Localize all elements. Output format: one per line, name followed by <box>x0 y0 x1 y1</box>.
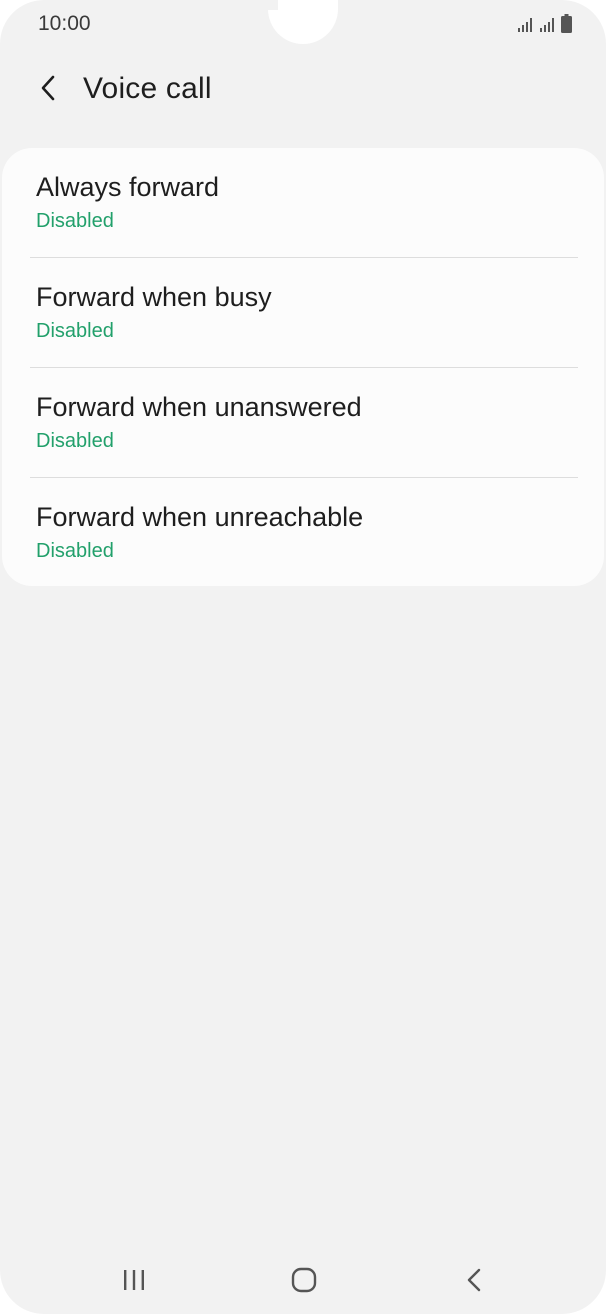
list-item-always-forward[interactable]: Always forward Disabled <box>2 148 604 258</box>
call-forwarding-list: Always forward Disabled Forward when bus… <box>2 148 604 586</box>
app-header: Voice call <box>0 60 606 120</box>
item-status: Disabled <box>36 320 114 342</box>
item-status: Disabled <box>36 430 114 452</box>
item-status: Disabled <box>36 210 114 232</box>
list-item-forward-when-unanswered[interactable]: Forward when unanswered Disabled <box>2 368 604 478</box>
signal-icon <box>518 18 532 32</box>
home-button[interactable] <box>276 1256 332 1304</box>
item-status: Disabled <box>36 540 114 562</box>
page-title: Voice call <box>83 72 212 105</box>
back-button[interactable] <box>28 68 68 108</box>
list-item-forward-when-unreachable[interactable]: Forward when unreachable Disabled <box>2 478 604 588</box>
navigation-bar <box>0 1246 606 1314</box>
nav-back-button[interactable] <box>446 1256 502 1304</box>
chevron-left-icon <box>41 75 55 101</box>
phone-screen: 10:00 Voice call Always forward Disabled… <box>0 0 606 1314</box>
item-title: Forward when unanswered <box>36 392 362 422</box>
recents-button[interactable] <box>106 1256 162 1304</box>
list-item-forward-when-busy[interactable]: Forward when busy Disabled <box>2 258 604 368</box>
item-title: Forward when unreachable <box>36 502 364 532</box>
recents-icon <box>124 1270 144 1290</box>
status-bar: 10:00 <box>0 0 606 48</box>
status-time: 10:00 <box>38 12 91 35</box>
home-icon <box>291 1267 317 1293</box>
status-icons <box>517 13 572 33</box>
back-icon <box>467 1268 481 1292</box>
battery-icon <box>561 14 572 33</box>
item-title: Always forward <box>36 172 220 202</box>
signal-icon <box>540 18 554 32</box>
item-title: Forward when busy <box>36 282 272 312</box>
